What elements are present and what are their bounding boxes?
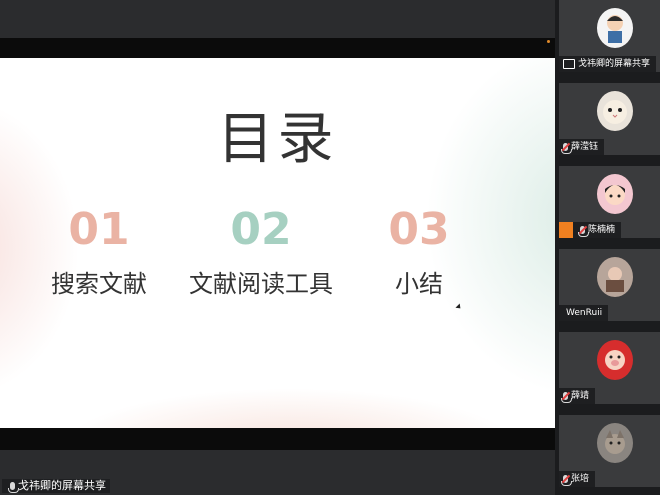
- participant-name-bar: 戈祎卿的屏幕共享: [559, 56, 657, 72]
- letterbox-top: [0, 38, 555, 58]
- cat-photo-avatar-icon: [597, 423, 633, 463]
- cartoon-girl-avatar-icon: [597, 174, 633, 214]
- section-label: 小结: [395, 270, 443, 298]
- screen-share-area: 目录 01 搜索文献 02 文献阅读工具 03 小结 戈祎卿的屏幕共享: [0, 0, 555, 495]
- participant-tile[interactable]: WenRuii: [559, 249, 660, 321]
- microphone-muted-icon: [561, 392, 572, 403]
- participant-tile[interactable]: 张培: [559, 415, 660, 487]
- status-dot: [547, 40, 550, 43]
- microphone-muted-icon: [561, 143, 572, 154]
- participant-name-bar: 张培: [559, 471, 596, 487]
- participant-name-bar: WenRuii: [559, 305, 609, 321]
- participant-name: 薛滢钰: [571, 142, 599, 152]
- participant-name: 张培: [571, 474, 590, 484]
- photo-avatar-icon: [597, 257, 633, 297]
- user-badge-icon: [559, 222, 573, 238]
- section-03: 03 小结: [334, 204, 504, 299]
- section-number: 03: [388, 204, 450, 255]
- participant-name: 戈祎卿的屏幕共享: [578, 59, 651, 69]
- presentation-slide: 目录 01 搜索文献 02 文献阅读工具 03 小结: [0, 58, 555, 428]
- microphone-icon: [8, 482, 19, 493]
- slide-title: 目录: [217, 107, 338, 172]
- microphone-muted-icon: [561, 475, 572, 486]
- letterbox-bottom: [0, 428, 555, 450]
- section-02: 02 文献阅读工具: [176, 204, 346, 299]
- participant-name: WenRuii: [566, 308, 603, 318]
- screen-share-icon: [563, 59, 575, 69]
- participant-tile[interactable]: 薛靖: [559, 332, 660, 404]
- participant-name: 薛靖: [571, 391, 590, 401]
- festive-pig-avatar-icon: [597, 340, 633, 380]
- cat-avatar-icon: [597, 91, 633, 131]
- screen-share-caption: 戈祎卿的屏幕共享: [2, 479, 110, 493]
- watercolor-decoration-bottom: [60, 388, 520, 428]
- participant-name-bar: 陈楠楠: [559, 222, 622, 238]
- participant-name: 陈楠楠: [588, 225, 616, 235]
- participant-name-bar: 薛靖: [559, 388, 596, 404]
- section-number: 01: [68, 204, 130, 255]
- participant-tile[interactable]: 陈楠楠: [559, 166, 660, 238]
- section-label: 搜索文献: [51, 270, 147, 298]
- participant-tile[interactable]: 薛滢钰: [559, 83, 660, 155]
- microphone-muted-icon: [578, 226, 589, 237]
- section-label: 文献阅读工具: [189, 270, 333, 298]
- section-number: 02: [230, 204, 292, 255]
- participant-tile[interactable]: 戈祎卿的屏幕共享: [559, 0, 660, 72]
- cartoon-person-avatar-icon: [597, 8, 633, 48]
- participant-name-bar: 薛滢钰: [559, 139, 605, 155]
- section-01: 01 搜索文献: [14, 204, 184, 299]
- screen-share-caption-text: 戈祎卿的屏幕共享: [18, 479, 106, 492]
